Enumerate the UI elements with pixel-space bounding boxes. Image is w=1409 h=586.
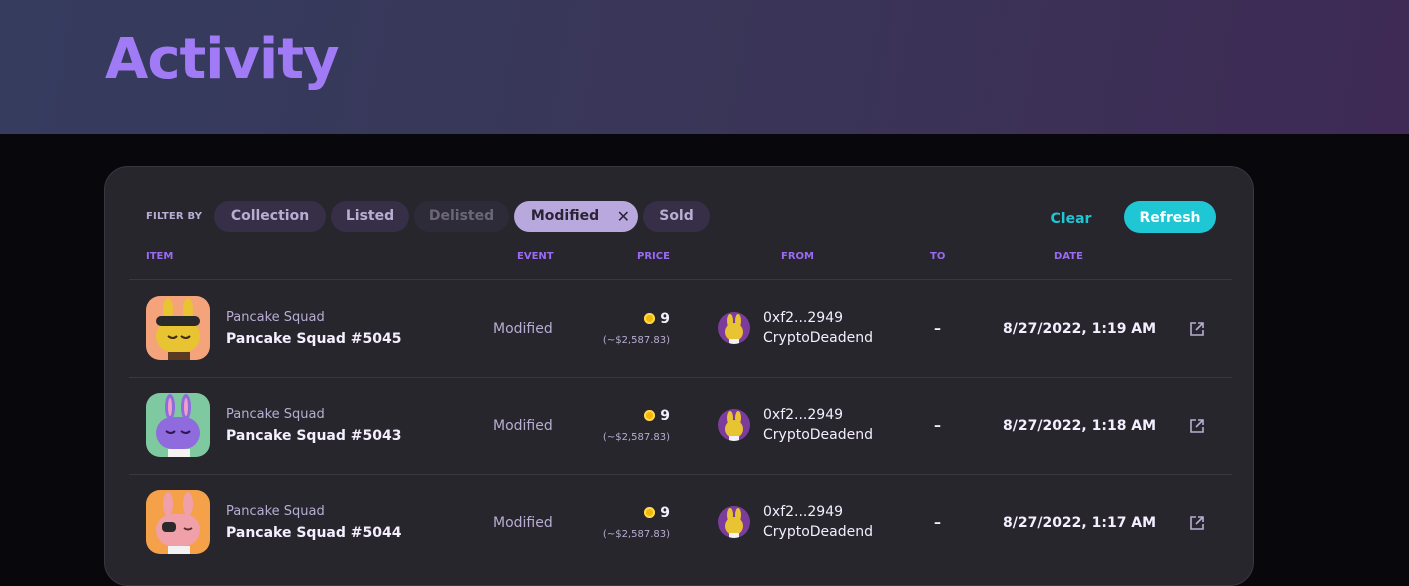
external-link-icon[interactable]	[1188, 320, 1206, 338]
to-value: –	[934, 515, 941, 531]
bnb-coin-icon	[644, 313, 656, 324]
column-header-event: EVENT	[517, 251, 554, 262]
column-header-date: DATE	[1054, 251, 1083, 262]
filter-chip-modified[interactable]: Modified ✕	[514, 201, 638, 232]
page-header: Activity	[0, 0, 1409, 134]
collection-name: Pancake Squad	[226, 407, 325, 422]
event-date: 8/27/2022, 1:18 AM	[1003, 418, 1157, 434]
item-name[interactable]: Pancake Squad #5044	[226, 525, 401, 541]
filter-chip-collection[interactable]: Collection	[214, 201, 326, 232]
event-type: Modified	[493, 418, 553, 434]
collection-name: Pancake Squad	[226, 504, 325, 519]
bunny-avatar-icon	[156, 492, 200, 554]
from-avatar[interactable]	[718, 409, 750, 441]
from-avatar[interactable]	[718, 312, 750, 344]
bunny-avatar-icon	[156, 298, 200, 360]
bunny-avatar-icon	[725, 314, 743, 344]
item-name[interactable]: Pancake Squad #5043	[226, 428, 401, 444]
filter-chip-label: Sold	[659, 208, 694, 224]
event-date: 8/27/2022, 1:19 AM	[1003, 321, 1157, 337]
from-address[interactable]: 0xf2...2949	[763, 407, 843, 423]
external-link-icon[interactable]	[1188, 417, 1206, 435]
column-header-item: ITEM	[146, 251, 174, 262]
column-header-from: FROM	[781, 251, 814, 262]
clear-button[interactable]: Clear	[1042, 201, 1100, 235]
nft-thumbnail[interactable]	[146, 296, 210, 360]
column-header-price: PRICE	[637, 251, 670, 262]
price-value: 9	[644, 311, 670, 327]
filter-chip-label: Listed	[345, 208, 395, 224]
price-amount: 9	[660, 311, 670, 327]
price-amount: 9	[660, 505, 670, 521]
external-link-icon[interactable]	[1188, 514, 1206, 532]
filter-by-label: FILTER BY	[146, 211, 203, 222]
event-date: 8/27/2022, 1:17 AM	[1003, 515, 1157, 531]
event-type: Modified	[493, 321, 553, 337]
from-username[interactable]: CryptoDeadend	[763, 330, 873, 346]
to-value: –	[934, 418, 941, 434]
nft-thumbnail[interactable]	[146, 490, 210, 554]
nft-thumbnail[interactable]	[146, 393, 210, 457]
table-row[interactable]: Pancake Squad Pancake Squad #5045 Modifi…	[105, 280, 1255, 377]
table-row[interactable]: Pancake Squad Pancake Squad #5043 Modifi…	[105, 377, 1255, 474]
filter-chip-sold[interactable]: Sold	[643, 201, 710, 232]
filter-chip-label: Modified	[530, 208, 600, 224]
refresh-button[interactable]: Refresh	[1124, 201, 1216, 233]
bnb-coin-icon	[644, 507, 656, 518]
page-title: Activity	[105, 27, 339, 92]
from-username[interactable]: CryptoDeadend	[763, 524, 873, 540]
filter-chip-label: Collection	[230, 208, 310, 224]
bunny-avatar-icon	[156, 394, 200, 457]
price-amount: 9	[660, 408, 670, 424]
price-usd: (~$2,587.83)	[602, 529, 670, 540]
item-name[interactable]: Pancake Squad #5045	[226, 331, 401, 347]
collection-name: Pancake Squad	[226, 310, 325, 325]
filter-chip-listed[interactable]: Listed	[331, 201, 409, 232]
from-address[interactable]: 0xf2...2949	[763, 504, 843, 520]
price-usd: (~$2,587.83)	[602, 432, 670, 443]
bunny-avatar-icon	[725, 411, 743, 441]
column-header-to: TO	[930, 251, 946, 262]
close-icon[interactable]: ✕	[617, 201, 630, 232]
from-username[interactable]: CryptoDeadend	[763, 427, 873, 443]
from-avatar[interactable]	[718, 506, 750, 538]
price-usd: (~$2,587.83)	[602, 335, 670, 346]
filter-chip-label: Delisted	[428, 208, 495, 224]
event-type: Modified	[493, 515, 553, 531]
from-address[interactable]: 0xf2...2949	[763, 310, 843, 326]
filter-chip-delisted[interactable]: Delisted	[414, 201, 509, 232]
bnb-coin-icon	[644, 410, 656, 421]
bunny-avatar-icon	[725, 508, 743, 538]
price-value: 9	[644, 408, 670, 424]
to-value: –	[934, 321, 941, 337]
table-row[interactable]: Pancake Squad Pancake Squad #5044 Modifi…	[105, 474, 1255, 571]
activity-card: FILTER BY Collection Listed Delisted Mod…	[104, 166, 1254, 586]
price-value: 9	[644, 505, 670, 521]
